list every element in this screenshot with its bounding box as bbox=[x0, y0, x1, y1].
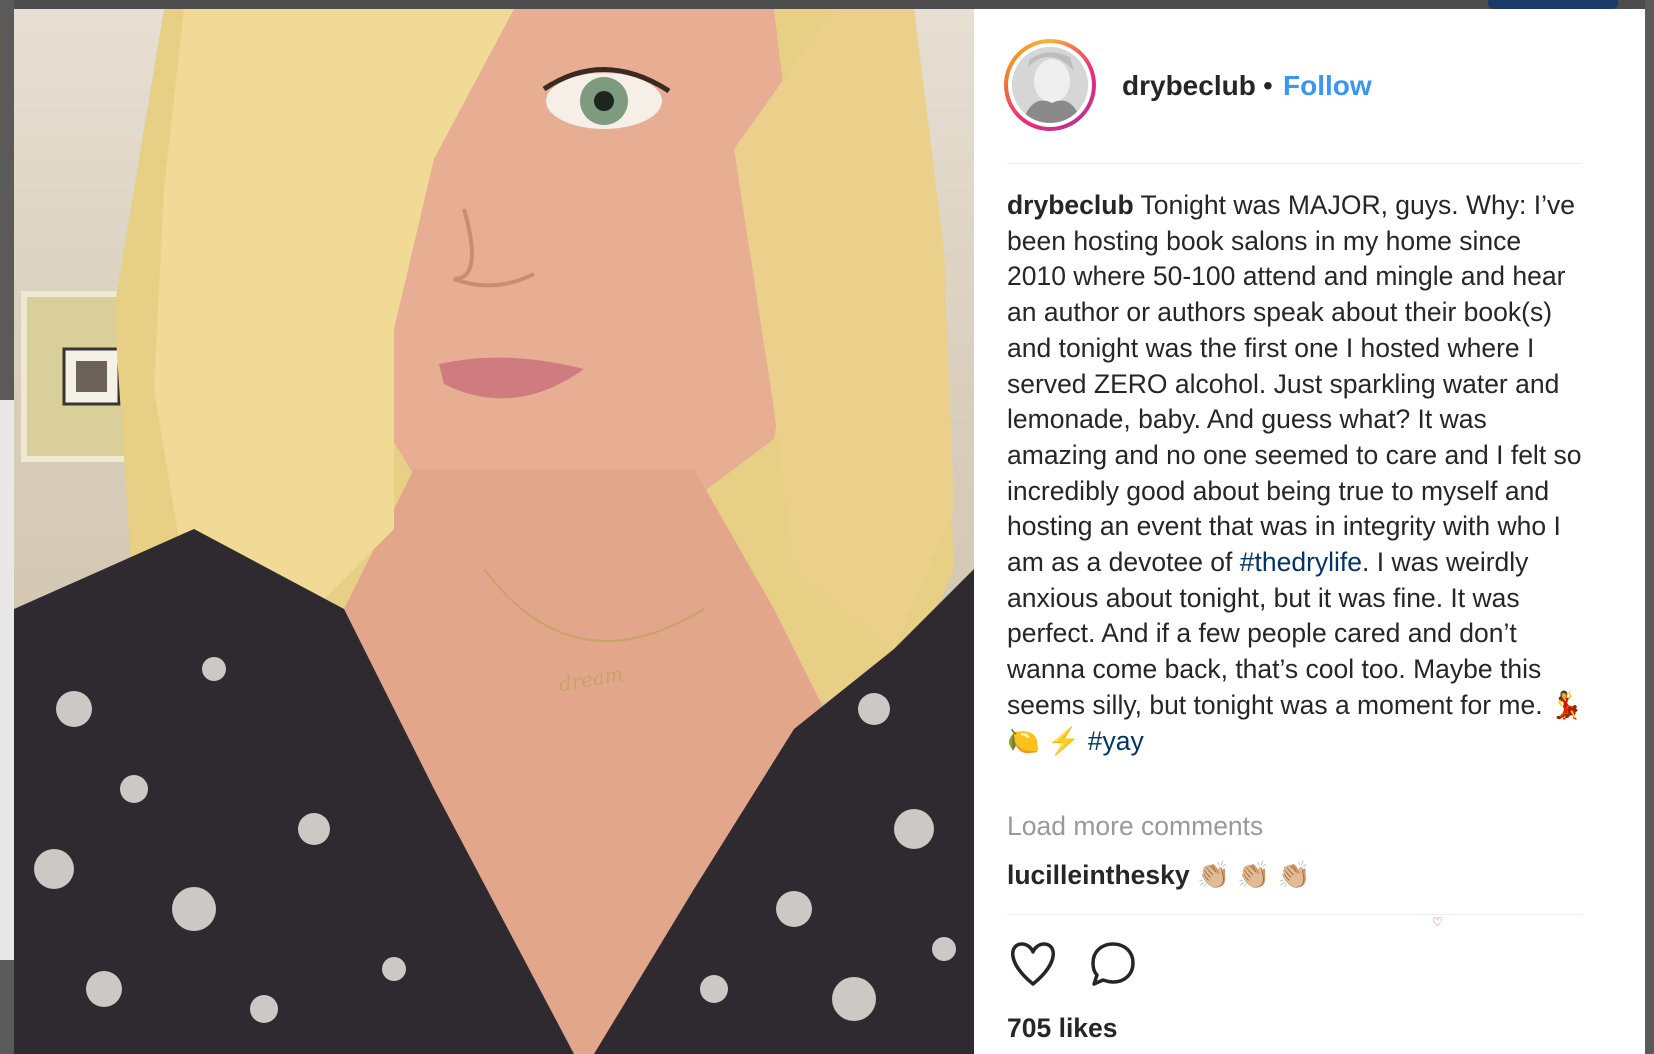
avatar-ring-gap bbox=[1008, 43, 1092, 127]
caption-text-part1: Tonight was MAJOR, guys. Why: I’ve been … bbox=[1007, 190, 1582, 578]
avatar-image bbox=[1012, 47, 1088, 123]
backdrop-button-fragment bbox=[1488, 0, 1618, 9]
comment-row: lucilleinthesky 👏🏼 👏🏼 👏🏼 bbox=[1007, 860, 1311, 891]
follow-button[interactable]: Follow bbox=[1283, 70, 1372, 102]
backdrop-page-fragment bbox=[0, 400, 14, 960]
load-more-comments[interactable]: Load more comments bbox=[1007, 811, 1263, 842]
hashtag-link[interactable]: #yay bbox=[1088, 726, 1144, 756]
comment-like-icon[interactable]: ♡ bbox=[1432, 915, 1443, 929]
profile-avatar[interactable] bbox=[1004, 39, 1096, 131]
header-divider bbox=[1007, 163, 1582, 164]
post-photo[interactable]: dream bbox=[14, 9, 974, 1054]
backdrop-left bbox=[0, 0, 14, 1054]
hashtag-link[interactable]: #thedrylife bbox=[1240, 547, 1362, 577]
caption-text-part2: . I was weirdly anxious about tonight, b… bbox=[1007, 547, 1583, 756]
header-separator: • bbox=[1263, 70, 1273, 101]
comment-text: 👏🏼 👏🏼 👏🏼 bbox=[1189, 860, 1311, 890]
post-caption: drybeclub Tonight was MAJOR, guys. Why: … bbox=[1007, 188, 1587, 759]
header-username[interactable]: drybeclub bbox=[1122, 70, 1256, 102]
comments-divider bbox=[1007, 914, 1582, 915]
heart-icon[interactable] bbox=[1008, 940, 1058, 988]
caption-username[interactable]: drybeclub bbox=[1007, 190, 1134, 220]
likes-count[interactable]: 705 likes bbox=[1007, 1013, 1118, 1044]
selfie-photo-illustration: dream bbox=[14, 9, 974, 1054]
post-actions bbox=[1008, 940, 1208, 990]
comment-username[interactable]: lucilleinthesky bbox=[1007, 860, 1190, 890]
backdrop-right bbox=[1645, 0, 1654, 1054]
comment-bubble-icon[interactable] bbox=[1088, 940, 1138, 988]
